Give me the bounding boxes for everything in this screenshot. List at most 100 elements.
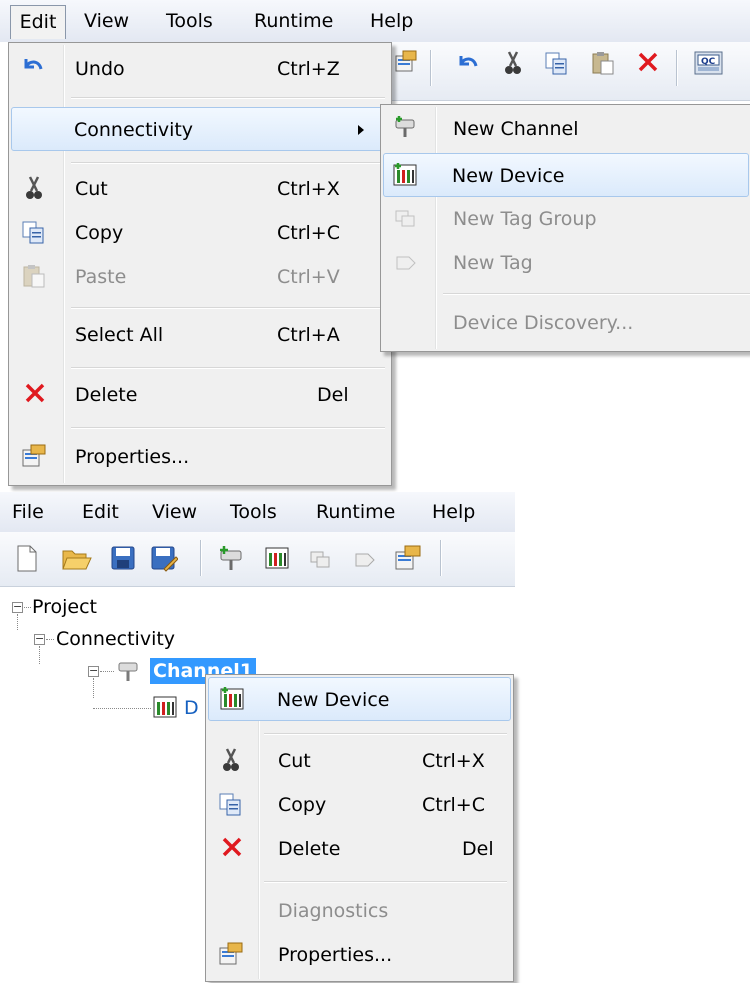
menu-help[interactable]: Help bbox=[432, 498, 475, 526]
cut-icon bbox=[26, 176, 42, 199]
menu-view[interactable]: View bbox=[84, 7, 129, 35]
quick-client-icon[interactable]: QC bbox=[694, 50, 724, 76]
delete-icon[interactable] bbox=[636, 50, 660, 74]
menu-item-shortcut: Ctrl+Z bbox=[277, 58, 340, 80]
menu-item-label: Diagnostics bbox=[278, 900, 389, 922]
menu-item-label: Connectivity bbox=[74, 119, 194, 141]
new-tag-group-icon bbox=[395, 210, 415, 227]
context-item-properties[interactable]: Properties... bbox=[208, 933, 511, 977]
submenu-item-new-channel[interactable]: New Channel bbox=[383, 107, 749, 151]
context-item-new-device[interactable]: New Device bbox=[208, 677, 511, 721]
submenu-arrow-icon bbox=[358, 125, 364, 135]
properties-icon[interactable] bbox=[394, 50, 418, 74]
menu-item-shortcut: Ctrl+X bbox=[277, 178, 340, 200]
copy-icon[interactable] bbox=[544, 50, 570, 76]
menu-item-label: New Device bbox=[452, 165, 565, 187]
properties-icon bbox=[22, 444, 46, 467]
menu-item-undo[interactable]: Undo Ctrl+Z bbox=[11, 47, 389, 91]
copy-icon bbox=[219, 793, 241, 816]
paste-icon bbox=[23, 265, 45, 288]
submenu-item-device-discovery: Device Discovery... bbox=[383, 301, 749, 345]
new-device-icon bbox=[393, 163, 417, 186]
menu-item-connectivity[interactable]: Connectivity bbox=[11, 107, 389, 151]
menu-help[interactable]: Help bbox=[370, 7, 413, 35]
submenu-item-new-tag-group: New Tag Group bbox=[383, 197, 749, 241]
save-as-icon[interactable] bbox=[150, 545, 178, 573]
menu-item-label: New Device bbox=[277, 689, 390, 711]
context-item-cut[interactable]: Cut Ctrl+X bbox=[208, 739, 511, 783]
menu-item-properties[interactable]: Properties... bbox=[11, 435, 389, 479]
expand-collapse-icon[interactable]: − bbox=[12, 601, 23, 613]
menu-item-label: Properties... bbox=[278, 944, 393, 966]
menu-edit[interactable]: Edit bbox=[82, 498, 119, 526]
menu-runtime[interactable]: Runtime bbox=[254, 7, 333, 35]
cut-icon[interactable] bbox=[502, 50, 524, 76]
context-item-copy[interactable]: Copy Ctrl+C bbox=[208, 783, 511, 827]
tree-node-connectivity[interactable]: Connectivity bbox=[56, 626, 175, 652]
menu-file[interactable]: File bbox=[12, 498, 44, 526]
menu-item-label: Select All bbox=[75, 324, 164, 346]
menu-tools[interactable]: Tools bbox=[230, 498, 277, 526]
menu-item-select-all[interactable]: Select All Ctrl+A bbox=[11, 313, 389, 357]
copy-icon bbox=[22, 221, 44, 244]
menu-item-label: New Tag Group bbox=[453, 208, 597, 230]
menu-item-label: Properties... bbox=[75, 446, 190, 468]
delete-icon bbox=[222, 837, 242, 857]
menu-item-shortcut: Ctrl+A bbox=[277, 324, 340, 346]
tree-node-device[interactable]: D bbox=[184, 695, 199, 721]
tree-node-project[interactable]: Project bbox=[32, 594, 97, 620]
channel-icon bbox=[118, 662, 138, 681]
delete-icon bbox=[25, 383, 45, 403]
expand-collapse-icon[interactable]: − bbox=[88, 665, 99, 677]
menu-view[interactable]: View bbox=[152, 498, 197, 526]
new-tag-group-icon bbox=[310, 551, 330, 568]
device-icon bbox=[153, 696, 177, 718]
open-folder-icon[interactable] bbox=[62, 545, 92, 573]
submenu-item-new-tag: New Tag bbox=[383, 241, 749, 285]
undo-icon[interactable] bbox=[456, 52, 480, 74]
cut-icon bbox=[223, 748, 239, 771]
expand-collapse-icon[interactable]: − bbox=[34, 633, 45, 645]
menu-item-shortcut: Ctrl+V bbox=[277, 266, 340, 288]
menu-item-label: Device Discovery... bbox=[453, 312, 634, 334]
menu-tools[interactable]: Tools bbox=[166, 7, 213, 35]
properties-icon[interactable] bbox=[394, 544, 422, 572]
menu-item-shortcut: Del bbox=[462, 838, 494, 860]
menu-item-paste: Paste Ctrl+V bbox=[11, 255, 389, 299]
menu-item-shortcut: Ctrl+C bbox=[277, 222, 340, 244]
bottom-menubar: File Edit View Tools Runtime Help bbox=[0, 492, 515, 532]
svg-text:QC: QC bbox=[701, 57, 716, 67]
menu-item-label: Copy bbox=[75, 222, 124, 244]
new-project-icon[interactable] bbox=[16, 545, 38, 573]
top-menubar: Edit View Tools Runtime Help bbox=[0, 0, 750, 42]
menu-item-cut[interactable]: Cut Ctrl+X bbox=[11, 167, 389, 211]
context-item-delete[interactable]: Delete Del bbox=[208, 827, 511, 871]
connectivity-submenu: New Channel New Device New Tag Group New… bbox=[380, 104, 750, 352]
new-tag-icon bbox=[396, 256, 416, 270]
bottom-toolbar bbox=[0, 532, 515, 587]
context-item-diagnostics: Diagnostics bbox=[208, 889, 511, 933]
menu-item-label: Cut bbox=[278, 750, 311, 772]
new-device-icon bbox=[220, 687, 244, 710]
menu-item-copy[interactable]: Copy Ctrl+C bbox=[11, 211, 389, 255]
menu-item-delete[interactable]: Delete Del bbox=[11, 373, 389, 417]
undo-icon bbox=[24, 59, 43, 70]
menu-runtime[interactable]: Runtime bbox=[316, 498, 395, 526]
menu-item-label: Undo bbox=[75, 58, 125, 80]
menu-item-label: New Channel bbox=[453, 118, 579, 140]
new-tag-icon bbox=[355, 553, 375, 567]
menu-item-label: Copy bbox=[278, 794, 327, 816]
top-toolbar: QC bbox=[390, 42, 750, 101]
submenu-item-new-device[interactable]: New Device bbox=[383, 153, 749, 197]
new-device-icon[interactable] bbox=[264, 545, 290, 571]
paste-icon[interactable] bbox=[590, 50, 616, 76]
menu-item-shortcut: Del bbox=[317, 384, 349, 406]
menu-item-label: Paste bbox=[75, 266, 127, 288]
save-icon[interactable] bbox=[110, 545, 136, 571]
edit-menu: Undo Ctrl+Z Connectivity Cut Ctrl+X Copy… bbox=[8, 42, 392, 486]
new-channel-icon bbox=[395, 116, 415, 137]
menu-item-shortcut: Ctrl+X bbox=[422, 750, 485, 772]
menu-item-label: Delete bbox=[278, 838, 341, 860]
menu-edit[interactable]: Edit bbox=[10, 5, 66, 39]
new-channel-icon[interactable] bbox=[218, 546, 246, 572]
